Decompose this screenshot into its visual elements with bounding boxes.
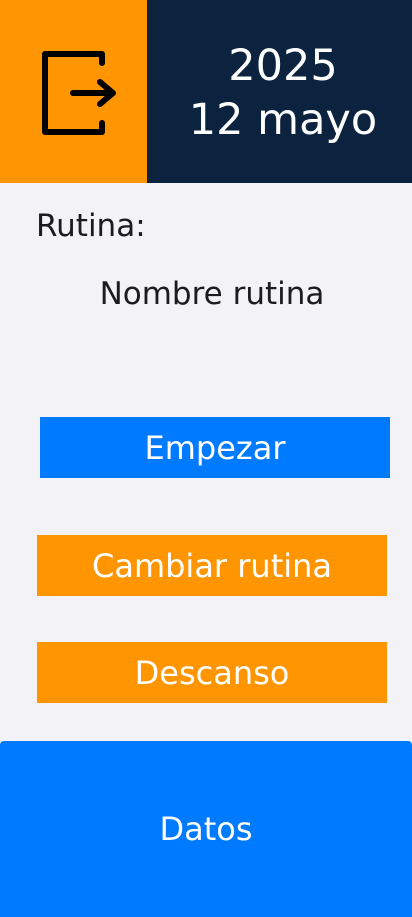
date-day: 12 mayo <box>188 95 378 145</box>
logout-icon <box>42 51 116 135</box>
date-year: 2025 <box>228 41 338 91</box>
change-routine-button[interactable]: Cambiar rutina <box>37 535 387 596</box>
routine-label: Rutina: <box>36 208 146 244</box>
exit-button[interactable] <box>0 0 147 183</box>
start-button[interactable]: Empezar <box>40 417 390 478</box>
header: 2025 12 mayo <box>0 0 412 183</box>
routine-name: Nombre rutina <box>99 276 325 312</box>
data-button[interactable]: Datos <box>0 741 412 917</box>
rest-button[interactable]: Descanso <box>37 642 387 703</box>
date-panel: 2025 12 mayo <box>147 0 412 183</box>
